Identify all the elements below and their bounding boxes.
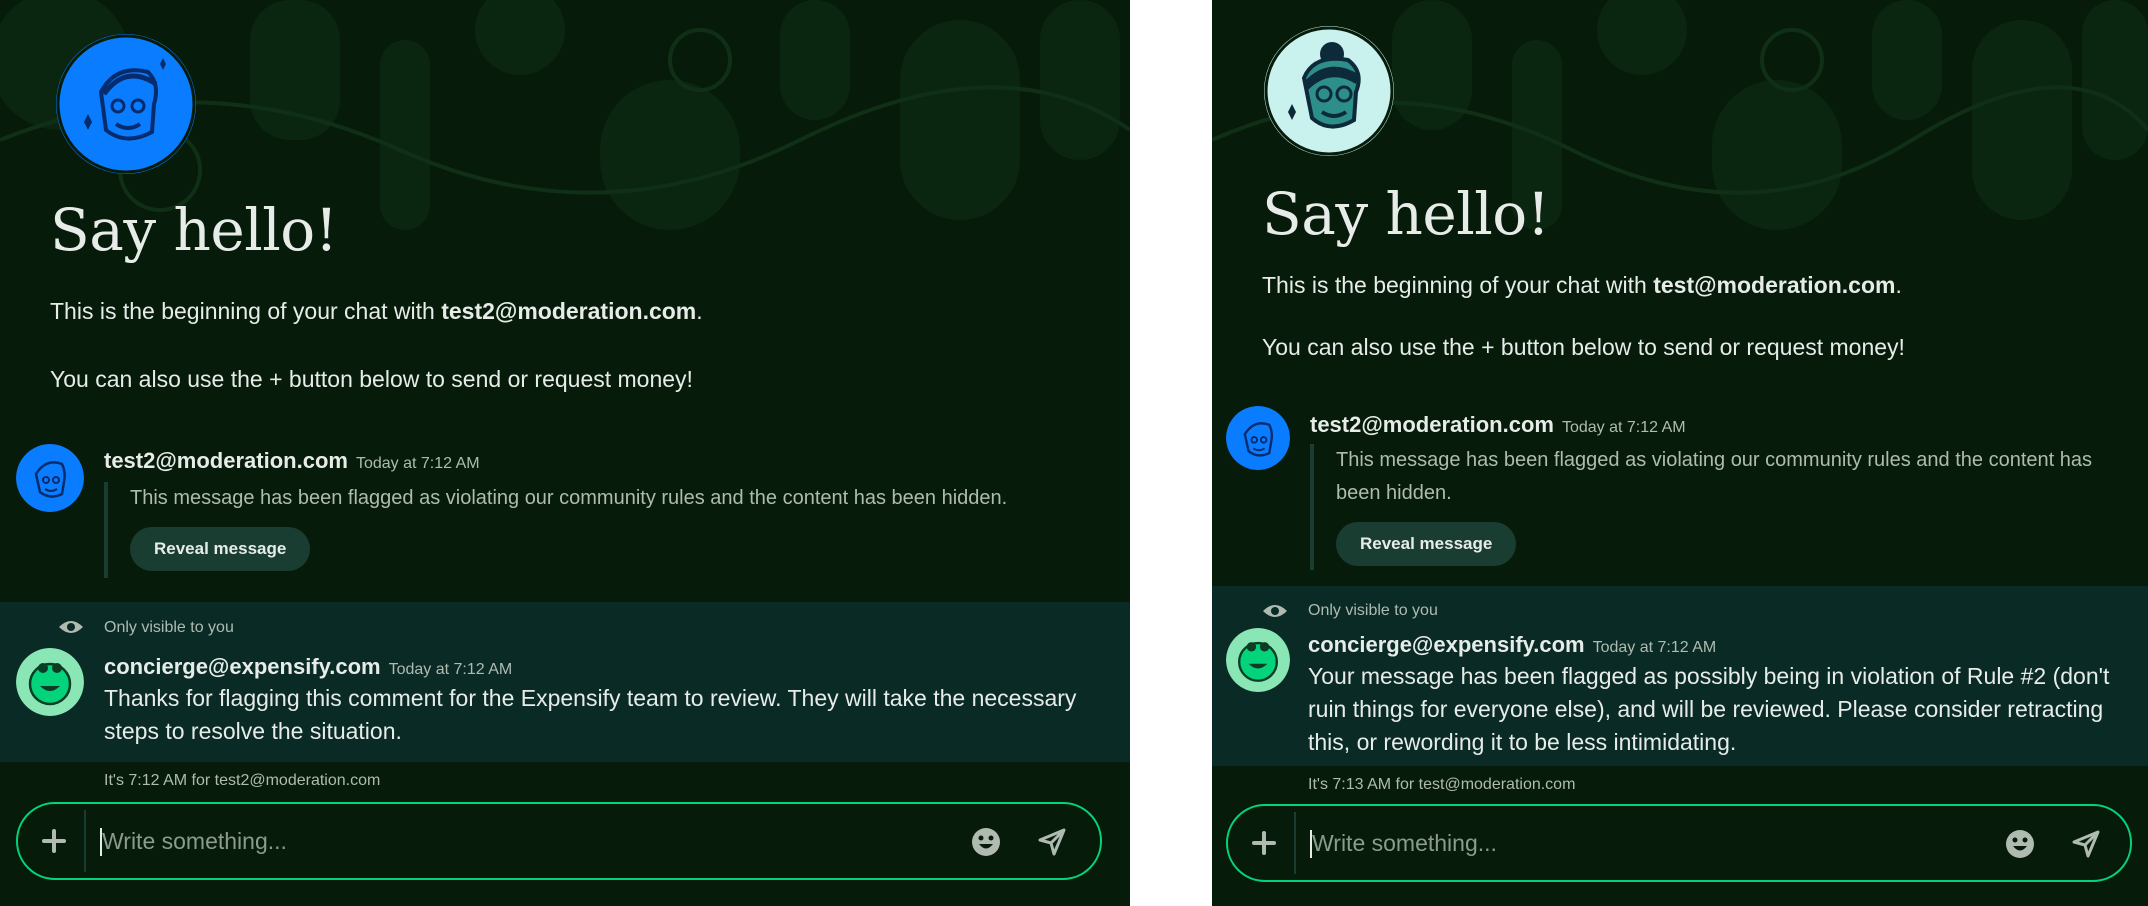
robot-avatar-icon [16,648,84,716]
concierge-avatar[interactable] [1226,628,1290,692]
sender-avatar[interactable] [16,444,84,512]
plus-icon [42,829,66,853]
chat-intro: This is the beginning of your chat with … [50,298,703,325]
concierge-message-text: Your message has been flagged as possibl… [1308,663,2110,755]
message-timestamp: Today at 7:12 AM [355,455,480,472]
intro-prefix: This is the beginning of your chat with [1262,272,1654,298]
message-sender[interactable]: concierge@expensify.com Today at 7:12 AM [1308,632,1716,658]
only-visible-label: Only visible to you [1308,602,1438,619]
sender-name[interactable]: test2@moderation.com [1310,412,1554,437]
intro-user[interactable]: test@moderation.com [1653,272,1895,298]
composer-divider [1294,812,1296,874]
intro-money-hint: You can also use the + button below to s… [50,366,693,392]
intro-prefix: This is the beginning of your chat with [50,298,442,324]
intro-suffix: . [1895,272,1902,298]
message-sender[interactable]: concierge@expensify.com Today at 7:12 AM [104,654,512,680]
flagged-message-text: This message has been flagged as violati… [1336,449,2092,504]
concierge-avatar[interactable] [16,648,84,716]
emoji-icon[interactable] [2004,828,2036,860]
message-sender[interactable]: test2@moderation.com Today at 7:12 AM [104,448,480,474]
chat-panel-left: Say hello! This is the beginning of your… [0,0,1130,906]
local-time-footer: It's 7:12 AM for test2@moderation.com [104,772,381,789]
send-icon[interactable] [2070,828,2102,860]
person-avatar-icon [16,444,84,512]
flagged-message-block: This message has been flagged as violati… [104,482,1114,578]
intro-user[interactable]: test2@moderation.com [441,298,696,324]
message-input[interactable] [102,804,942,878]
message-composer [16,802,1102,880]
chat-intro: This is the beginning of your chat with … [1262,272,1902,299]
page-title: Say hello! [50,196,338,264]
message-input[interactable] [1312,806,1992,880]
eye-icon [59,621,83,633]
local-time-footer: It's 7:13 AM for test@moderation.com [1308,776,1576,793]
message-composer [1226,804,2132,882]
message-timestamp: Today at 7:12 AM [1561,419,1686,436]
add-attachment-button[interactable] [32,819,76,863]
reveal-message-button[interactable]: Reveal message [1336,522,1517,566]
message-sender[interactable]: test2@moderation.com Today at 7:12 AM [1310,412,1686,438]
hero-avatar [56,34,196,174]
flagged-message-text: This message has been flagged as violati… [130,487,1008,509]
sender-name[interactable]: concierge@expensify.com [1308,632,1585,657]
message-timestamp: Today at 7:12 AM [388,661,513,678]
robot-avatar-icon [1226,628,1290,692]
composer-divider [84,810,86,872]
page-title: Say hello! [1262,180,1550,248]
hero-avatar [1264,26,1394,156]
chat-panel-right: Say hello! This is the beginning of your… [1212,0,2148,906]
sender-name[interactable]: concierge@expensify.com [104,654,381,679]
reveal-message-button[interactable]: Reveal message [130,527,311,571]
flagged-message-block: This message has been flagged as violati… [1310,444,2110,570]
emoji-icon[interactable] [970,826,1002,858]
person-avatar-icon [56,34,196,174]
intro-money-hint: You can also use the + button below to s… [1262,334,1905,360]
send-icon[interactable] [1036,826,1068,858]
person-avatar-icon [1264,26,1394,156]
intro-suffix: . [696,298,703,324]
person-avatar-icon [1226,406,1290,470]
concierge-message-text: Thanks for flagging this comment for the… [104,685,1077,744]
sender-name[interactable]: test2@moderation.com [104,448,348,473]
only-visible-label: Only visible to you [104,619,234,636]
sender-avatar[interactable] [1226,406,1290,470]
plus-icon [1252,831,1276,855]
eye-icon [1263,605,1287,617]
add-attachment-button[interactable] [1242,821,1286,865]
message-timestamp: Today at 7:12 AM [1592,639,1717,656]
